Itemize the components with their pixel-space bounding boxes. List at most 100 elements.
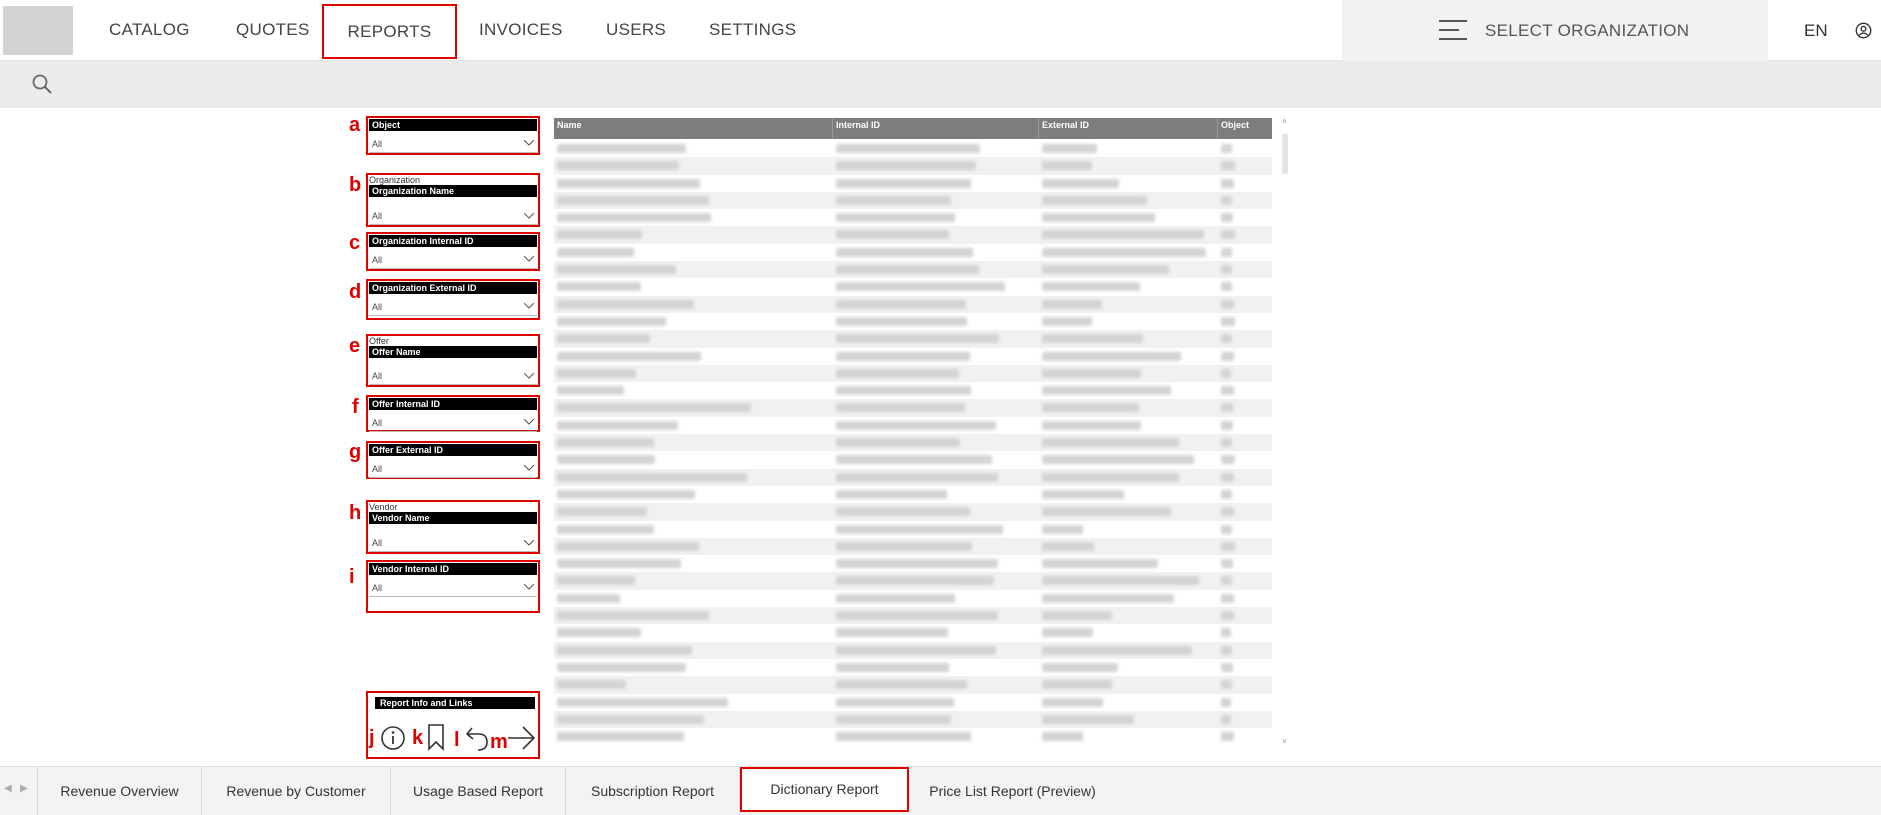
table-row[interactable] xyxy=(554,486,1272,503)
scrollbar-thumb[interactable] xyxy=(1282,134,1288,174)
table-row[interactable] xyxy=(554,191,1272,210)
table-row[interactable] xyxy=(554,364,1272,383)
table-row[interactable] xyxy=(554,209,1272,226)
slicer-offer-name[interactable]: Offer Offer Name All xyxy=(366,334,540,387)
table-row[interactable] xyxy=(554,694,1272,711)
language-selector[interactable]: EN xyxy=(1804,0,1828,61)
table-row[interactable] xyxy=(554,417,1272,434)
table-row[interactable] xyxy=(554,555,1272,572)
slicer-organization-name[interactable]: Organization Organization Name All xyxy=(366,173,540,227)
table-row[interactable] xyxy=(554,244,1272,261)
slicer-dropdown[interactable]: All xyxy=(369,524,537,552)
table-body xyxy=(554,140,1272,745)
table-row[interactable] xyxy=(554,468,1272,486)
slicer-offer-internal-id[interactable]: Offer Internal ID All xyxy=(366,395,540,432)
table-row[interactable] xyxy=(554,175,1272,192)
user-account-icon[interactable] xyxy=(1855,22,1872,39)
table-row[interactable] xyxy=(554,382,1272,399)
redacted-cell xyxy=(557,645,692,655)
slicer-dropdown[interactable]: All xyxy=(369,410,537,432)
table-scrollbar[interactable]: ˄ ˅ xyxy=(1280,118,1289,754)
table-row[interactable] xyxy=(554,295,1272,313)
column-header-object[interactable]: Object xyxy=(1221,120,1249,130)
back-arrow-icon[interactable] xyxy=(464,724,490,752)
forward-arrow-icon[interactable] xyxy=(506,725,536,751)
select-organization-label[interactable]: SELECT ORGANIZATION xyxy=(1485,0,1689,61)
redacted-cell xyxy=(1042,178,1119,188)
table-row[interactable] xyxy=(554,278,1272,295)
table-row[interactable] xyxy=(554,728,1272,745)
redacted-cell xyxy=(557,507,647,517)
table-row[interactable] xyxy=(554,313,1272,330)
tab-price-list-report[interactable]: Price List Report (Preview) xyxy=(909,767,1116,815)
slicer-dropdown[interactable]: All xyxy=(369,456,537,478)
column-header-internal-id[interactable]: Internal ID xyxy=(836,120,880,130)
redacted-cell xyxy=(557,714,704,724)
scroll-down-icon[interactable]: ˅ xyxy=(1280,738,1289,746)
table-row[interactable] xyxy=(554,710,1272,729)
slicer-dropdown[interactable]: All xyxy=(369,294,537,316)
table-row[interactable] xyxy=(554,659,1272,676)
slicer-value: All xyxy=(372,464,383,474)
report-info-links-panel: Report Info and Links j k l m xyxy=(366,691,540,759)
slicer-organization-external-id[interactable]: Organization External ID All xyxy=(366,279,540,320)
tab-revenue-by-customer[interactable]: Revenue by Customer xyxy=(202,767,391,815)
slicer-object[interactable]: Object All xyxy=(366,116,540,155)
nav-catalog[interactable]: CATALOG xyxy=(109,0,190,61)
table-row[interactable] xyxy=(554,676,1272,694)
nav-invoices[interactable]: INVOICES xyxy=(479,0,563,61)
redacted-cell xyxy=(836,524,1003,534)
slicer-group-label: Organization xyxy=(369,175,421,185)
table-row[interactable] xyxy=(554,348,1272,365)
redacted-cell xyxy=(557,316,666,326)
slicer-dropdown[interactable]: All xyxy=(369,247,537,269)
table-row[interactable] xyxy=(554,624,1272,641)
table-row[interactable] xyxy=(554,537,1272,556)
tab-revenue-overview[interactable]: Revenue Overview xyxy=(37,767,202,815)
tab-dictionary-report[interactable]: Dictionary Report xyxy=(740,767,909,812)
slicer-dropdown[interactable]: All xyxy=(369,575,537,597)
table-row[interactable] xyxy=(554,399,1272,417)
table-row[interactable] xyxy=(554,503,1272,521)
tab-subscription-report[interactable]: Subscription Report xyxy=(566,767,740,815)
table-row[interactable] xyxy=(554,641,1272,659)
slicer-vendor-name[interactable]: Vendor Vendor Name All xyxy=(366,500,540,554)
table-row[interactable] xyxy=(554,572,1272,590)
tab-next-icon[interactable]: ▶ xyxy=(20,783,28,794)
info-icon[interactable] xyxy=(380,725,406,751)
table-row[interactable] xyxy=(554,434,1272,452)
table-row[interactable] xyxy=(554,157,1272,175)
annotation-marker: a xyxy=(349,114,361,136)
slicer-offer-external-id[interactable]: Offer External ID All xyxy=(366,441,540,479)
search-icon[interactable] xyxy=(31,73,53,95)
table-row[interactable] xyxy=(554,521,1272,538)
slicer-organization-internal-id[interactable]: Organization Internal ID All xyxy=(366,232,540,271)
bookmark-icon[interactable] xyxy=(426,723,446,751)
column-header-external-id[interactable]: External ID xyxy=(1042,120,1089,130)
organization-selector[interactable]: SELECT ORGANIZATION xyxy=(1342,0,1768,61)
tab-prev-icon[interactable]: ◀ xyxy=(4,783,12,794)
slicer-dropdown[interactable]: All xyxy=(369,197,537,225)
table-row[interactable] xyxy=(554,261,1272,279)
table-row[interactable] xyxy=(554,590,1272,607)
slicer-value: All xyxy=(372,418,383,428)
table-row[interactable] xyxy=(554,330,1272,348)
menu-icon[interactable] xyxy=(1439,20,1467,40)
nav-settings[interactable]: SETTINGS xyxy=(709,0,796,61)
nav-users[interactable]: USERS xyxy=(606,0,666,61)
table-row[interactable] xyxy=(554,140,1272,157)
table-row[interactable] xyxy=(554,607,1272,625)
tab-usage-based-report[interactable]: Usage Based Report xyxy=(391,767,566,815)
redacted-cell xyxy=(557,334,650,344)
nav-reports[interactable]: REPORTS xyxy=(322,4,457,59)
slicer-dropdown[interactable]: All xyxy=(369,358,537,385)
slicer-vendor-internal-id[interactable]: Vendor Internal ID All xyxy=(366,560,540,613)
table-row[interactable] xyxy=(554,451,1272,468)
slicer-dropdown[interactable]: All xyxy=(369,131,537,153)
nav-quotes[interactable]: QUOTES xyxy=(236,0,310,61)
scroll-up-icon[interactable]: ˄ xyxy=(1280,118,1289,126)
table-row[interactable] xyxy=(554,226,1272,244)
redacted-cell xyxy=(836,161,976,171)
column-header-name[interactable]: Name xyxy=(557,120,582,130)
company-logo[interactable] xyxy=(3,6,73,55)
